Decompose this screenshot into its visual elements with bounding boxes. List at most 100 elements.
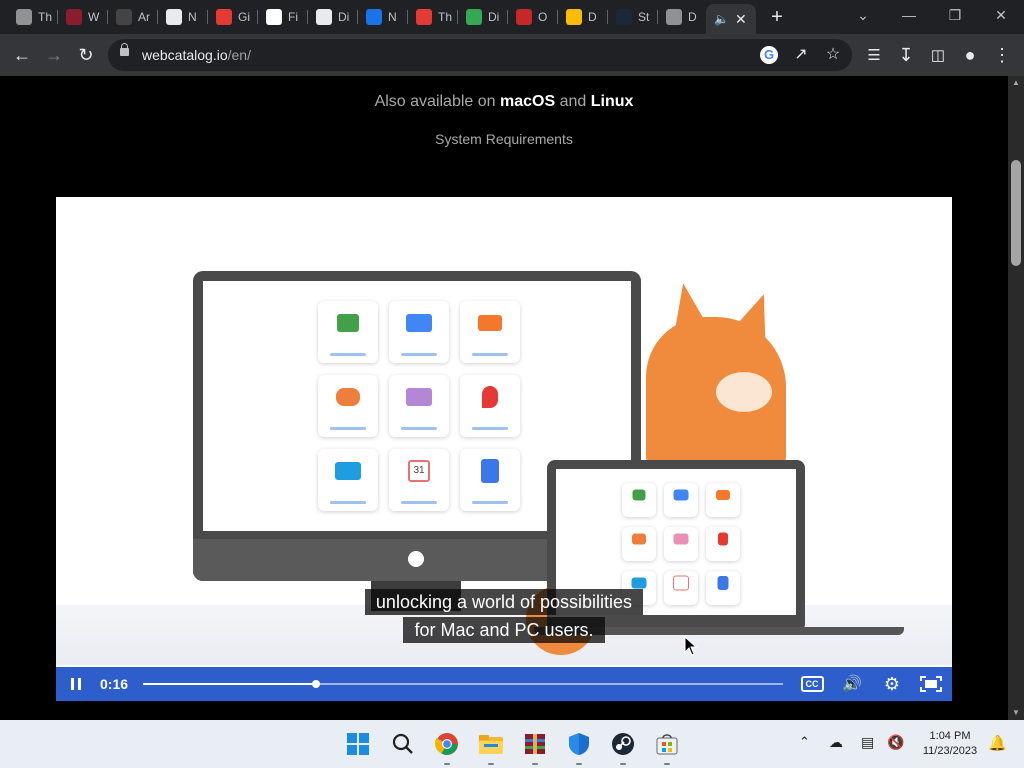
tab-label: Th: [438, 10, 453, 24]
download-icon[interactable]: ↧: [892, 42, 920, 68]
winrar-icon: [66, 9, 82, 25]
fullscreen-button[interactable]: [916, 667, 946, 701]
restore-button[interactable]: ❐: [932, 0, 978, 30]
browser-tab[interactable]: D: [658, 4, 708, 30]
steam-icon[interactable]: [610, 731, 636, 757]
clock-date: 11/23/2023: [922, 745, 978, 757]
browser-tab[interactable]: N: [158, 4, 208, 30]
browser-tab[interactable]: D: [558, 4, 608, 30]
file-explorer-icon[interactable]: [478, 731, 504, 757]
microsoft-store-icon[interactable]: [654, 731, 680, 757]
browser-tab[interactable]: Fi: [258, 4, 308, 30]
pacman-ghost-icon: [216, 9, 232, 25]
speaker-icon[interactable]: 🔈: [714, 12, 729, 26]
reload-button[interactable]: ↻: [72, 42, 100, 68]
side-panel-icon[interactable]: ◫: [924, 42, 952, 68]
app-icon: [366, 9, 382, 25]
tab-label: Th: [38, 10, 53, 24]
fullscreen-icon: [920, 676, 942, 692]
url-text[interactable]: webcatalog.io/en/: [142, 47, 251, 63]
globe-icon: [16, 9, 32, 25]
page-content: Also available on macOS and Linux System…: [0, 76, 1008, 720]
menu-kebab-icon[interactable]: ⋮: [988, 42, 1016, 68]
maps-app-icon: [460, 375, 520, 437]
new-tab-button[interactable]: +: [766, 6, 788, 28]
tab-label: Di: [488, 10, 500, 24]
share-icon[interactable]: ↗: [790, 45, 812, 65]
onedrive-offline-icon[interactable]: ☁: [829, 734, 843, 751]
pen-icon: [566, 9, 582, 25]
bookmark-star-icon[interactable]: ☆: [822, 45, 844, 65]
monitor-logo-icon: [408, 551, 424, 567]
close-tab-icon[interactable]: ✕: [735, 11, 747, 28]
pause-button[interactable]: [64, 667, 88, 701]
download-icon: [316, 9, 332, 25]
chrome-icon[interactable]: [434, 731, 460, 757]
notification-bell-icon[interactable]: 🔔: [988, 734, 1007, 752]
steam-icon: [616, 9, 632, 25]
video-caption-line-1: unlocking a world of possibilities: [56, 589, 952, 615]
profile-icon[interactable]: ●: [956, 42, 984, 68]
search-icon[interactable]: [390, 731, 416, 757]
media-control-icon[interactable]: ☰: [860, 42, 888, 68]
macos-link[interactable]: macOS: [500, 93, 555, 110]
captions-button[interactable]: CC: [798, 667, 826, 701]
video-progress-knob[interactable]: [311, 680, 320, 688]
video-player[interactable]: 31 unlocking a world of possibilities fo…: [56, 197, 952, 701]
tab-label: D: [688, 10, 697, 24]
windows-start-icon[interactable]: [345, 731, 371, 757]
browser-tab[interactable]: O: [508, 4, 558, 30]
browser-tab[interactable]: Di: [308, 4, 358, 30]
volume-button[interactable]: 🔊: [838, 667, 866, 701]
tab-label: Fi: [288, 10, 298, 24]
scroll-up-icon[interactable]: ▲: [1008, 76, 1024, 90]
winrar-icon[interactable]: [522, 731, 548, 757]
volume-muted-icon[interactable]: 🔇: [887, 734, 904, 751]
video-timestamp: 0:16: [100, 676, 129, 692]
google-lens-icon[interactable]: G: [760, 46, 778, 64]
video-controls-bar: 0:16 CC 🔊 ⚙: [56, 667, 952, 701]
browser-tab[interactable]: Gi: [208, 4, 258, 30]
back-button[interactable]: ←: [8, 42, 36, 68]
linux-link[interactable]: Linux: [591, 93, 634, 110]
fox-muzzle: [716, 372, 772, 412]
show-hidden-icons-chevron-icon[interactable]: ⌃: [799, 734, 810, 750]
address-bar[interactable]: webcatalog.io/en/ G ↗ ☆: [108, 39, 852, 71]
browser-toolbar: ← → ↻ webcatalog.io/en/ G ↗ ☆ ☰ ↧ ◫ ● ⋮: [0, 34, 1024, 76]
tab-label: W: [88, 10, 100, 24]
chat-app-icon: [389, 375, 449, 437]
mouse-cursor-icon: [684, 636, 698, 656]
close-window-button[interactable]: ✕: [978, 0, 1024, 30]
video-progress-fill: [143, 683, 316, 685]
browser-tab[interactable]: W: [58, 4, 108, 30]
scroll-down-icon[interactable]: ▼: [1008, 706, 1024, 720]
tab-label: D: [588, 10, 597, 24]
browser-tab[interactable]: Ar: [108, 4, 158, 30]
tab-active-webcatalog[interactable]: 🔈 ✕: [706, 4, 756, 34]
lock-icon[interactable]: [120, 43, 129, 56]
avatar-icon: [116, 9, 132, 25]
taskbar-clock[interactable]: 1:04 PM 11/23/2023: [914, 729, 986, 759]
tab-label: Ar: [138, 10, 150, 24]
windows-security-icon[interactable]: [566, 731, 592, 757]
google-icon: [266, 9, 282, 25]
tab-label: N: [388, 10, 397, 24]
tab-search-icon[interactable]: ⌄: [840, 0, 886, 30]
browser-tab[interactable]: Th: [408, 4, 458, 30]
browser-tab[interactable]: N: [358, 4, 408, 30]
browser-tab[interactable]: St: [608, 4, 658, 30]
forward-button[interactable]: →: [40, 42, 68, 68]
network-icon[interactable]: ▤: [861, 734, 874, 751]
browser-tab[interactable]: Di: [458, 4, 508, 30]
video-app-icon: [318, 301, 378, 363]
scrollbar-thumb[interactable]: [1011, 160, 1021, 266]
browser-tab[interactable]: Th: [8, 4, 58, 30]
video-caption-line-2: for Mac and PC users.: [56, 617, 952, 643]
minimize-button[interactable]: —: [886, 0, 932, 30]
video-progress-bar[interactable]: [143, 680, 783, 688]
clock-time: 1:04 PM: [929, 730, 971, 742]
settings-button[interactable]: ⚙: [878, 667, 906, 701]
tab-label: Gi: [238, 10, 250, 24]
system-requirements-link[interactable]: System Requirements: [0, 131, 1008, 147]
page-scrollbar[interactable]: ▲ ▼: [1008, 76, 1024, 720]
